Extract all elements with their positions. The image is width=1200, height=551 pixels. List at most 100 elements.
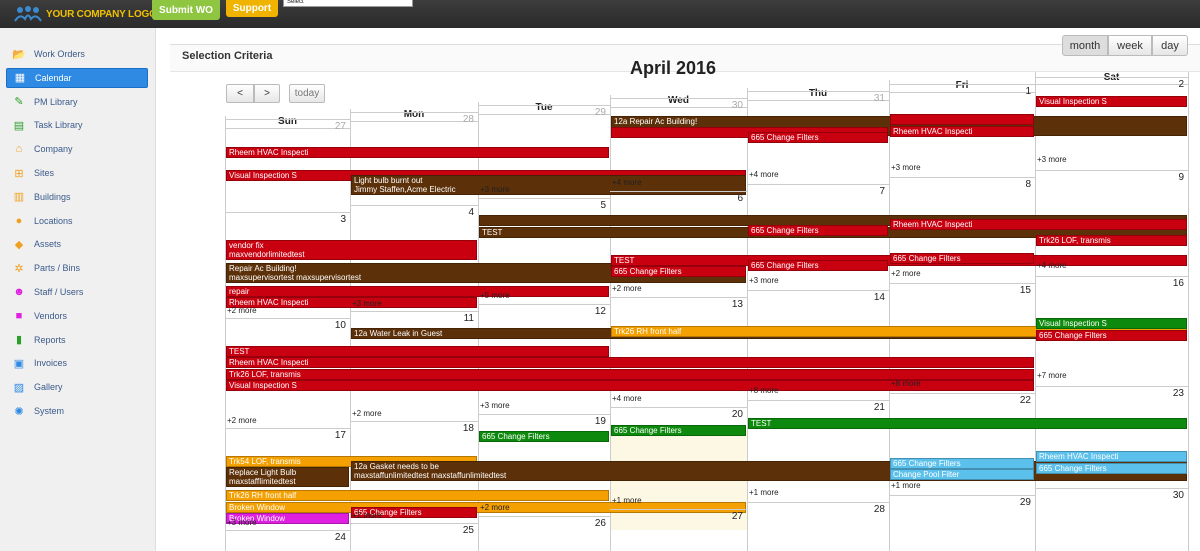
more-events-link[interactable]: +3 more bbox=[352, 299, 382, 308]
day-number[interactable]: 16 bbox=[1035, 278, 1184, 289]
site-select[interactable]: Select bbox=[283, 0, 413, 7]
calendar-event[interactable]: 665 Change Filters bbox=[748, 225, 888, 236]
more-events-link[interactable]: +2 more bbox=[227, 416, 257, 425]
more-events-link[interactable]: +7 more bbox=[1037, 371, 1067, 380]
sidebar-item-staff-users[interactable]: ☻ Staff / Users bbox=[6, 282, 148, 302]
calendar-event[interactable]: Change Pool Filter bbox=[890, 469, 1034, 480]
day-number[interactable]: 14 bbox=[747, 292, 885, 303]
more-events-link[interactable]: +2 more bbox=[227, 306, 257, 315]
calendar-event[interactable]: 665 Change Filters bbox=[611, 424, 746, 436]
day-view-button[interactable]: day bbox=[1152, 35, 1188, 56]
day-number[interactable]: 15 bbox=[889, 285, 1031, 296]
calendar-event[interactable]: 665 Change Filters bbox=[748, 132, 888, 143]
day-number[interactable]: 24 bbox=[225, 532, 346, 543]
more-events-link[interactable]: +5 more bbox=[480, 291, 510, 300]
calendar-event[interactable]: 665 Change Filters bbox=[890, 253, 1034, 264]
more-events-link[interactable]: +4 more bbox=[749, 170, 779, 179]
calendar-event[interactable] bbox=[890, 114, 1034, 125]
sidebar-item-sites[interactable]: ⊞ Sites bbox=[6, 163, 148, 183]
sidebar-item-reports[interactable]: ▮ Reports bbox=[6, 330, 148, 350]
more-events-link[interactable]: +3 more bbox=[227, 518, 257, 527]
sidebar-item-system[interactable]: ✺ System bbox=[6, 401, 148, 421]
calendar-event[interactable]: 665 Change Filters bbox=[748, 259, 888, 271]
day-number[interactable]: 17 bbox=[225, 430, 346, 441]
day-number[interactable]: 31 bbox=[747, 93, 885, 104]
calendar-event[interactable]: 665 Change Filters bbox=[890, 457, 1034, 469]
day-number[interactable]: 23 bbox=[1035, 388, 1184, 399]
calendar-event[interactable]: Trk26 RH front half bbox=[226, 490, 609, 501]
sidebar-item-parts-bins[interactable]: ✲ Parts / Bins bbox=[6, 258, 148, 278]
week-view-button[interactable]: week bbox=[1108, 35, 1152, 56]
calendar-event[interactable]: 665 Change Filters bbox=[1036, 462, 1187, 474]
calendar-event[interactable]: repair bbox=[226, 285, 609, 297]
calendar-event[interactable]: 665 Change Filters bbox=[1036, 329, 1187, 341]
more-events-link[interactable]: +2 more bbox=[891, 269, 921, 278]
more-events-link[interactable]: +2 more bbox=[352, 511, 382, 520]
day-number[interactable]: 29 bbox=[889, 497, 1031, 508]
more-events-link[interactable]: +2 more bbox=[612, 284, 642, 293]
calendar-event[interactable]: Replace Light BulbmaxstaffIimitedtest ma… bbox=[226, 467, 349, 487]
submit-wo-button[interactable]: Submit WO bbox=[152, 0, 220, 20]
sidebar-item-calendar[interactable]: ▦ Calendar bbox=[6, 67, 148, 88]
more-events-link[interactable]: +4 more bbox=[612, 178, 642, 187]
sidebar-item-invoices[interactable]: ▣ Invoices bbox=[6, 353, 148, 373]
more-events-link[interactable]: +8 more bbox=[891, 379, 921, 388]
day-number[interactable]: 21 bbox=[747, 402, 885, 413]
day-number[interactable]: 30 bbox=[1035, 490, 1184, 501]
more-events-link[interactable]: +2 more bbox=[480, 503, 510, 512]
day-number[interactable]: 20 bbox=[610, 409, 743, 420]
calendar-event[interactable]: 665 Change Filters bbox=[479, 431, 609, 442]
calendar-event[interactable]: Visual Inspection S bbox=[1036, 96, 1187, 107]
sidebar-item-buildings[interactable]: ▥ Buildings bbox=[6, 187, 148, 207]
calendar-event[interactable]: 665 Change Filters bbox=[611, 266, 746, 277]
support-button[interactable]: Support bbox=[226, 0, 278, 17]
calendar-event[interactable]: Rheem HVAC Inspecti bbox=[226, 357, 1034, 368]
sidebar-item-task-library[interactable]: ▤ Task Library bbox=[6, 115, 148, 135]
calendar-event[interactable]: TEST bbox=[226, 345, 609, 357]
calendar-event[interactable]: Rheem HVAC Inspecti bbox=[226, 146, 609, 158]
calendar-event[interactable]: vendor fix maxvendorlimitedtest bbox=[226, 239, 477, 260]
next-month-button[interactable]: > bbox=[254, 84, 280, 103]
calendar-event[interactable]: TEST bbox=[748, 418, 1187, 429]
more-events-link[interactable]: +4 more bbox=[1037, 261, 1067, 270]
calendar-event[interactable]: Trk26 LOF, transmis bbox=[1036, 235, 1187, 246]
month-view-button[interactable]: month bbox=[1062, 35, 1108, 56]
day-number[interactable]: 12 bbox=[478, 306, 606, 317]
day-number[interactable]: 6 bbox=[610, 193, 743, 204]
more-events-link[interactable]: +3 more bbox=[1037, 155, 1067, 164]
sidebar-item-gallery[interactable]: ▨ Gallery bbox=[6, 377, 148, 397]
day-number[interactable]: 28 bbox=[350, 114, 474, 125]
sidebar-item-pm-library[interactable]: ✎ PM Library bbox=[6, 92, 148, 112]
calendar-event[interactable]: Visual Inspection S bbox=[1036, 318, 1187, 329]
day-number[interactable]: 26 bbox=[478, 518, 606, 529]
day-number[interactable]: 11 bbox=[350, 313, 474, 324]
company-logo[interactable]: YOUR COMPANY LOGO bbox=[14, 5, 157, 23]
day-number[interactable]: 18 bbox=[350, 423, 474, 434]
more-events-link[interactable]: +3 more bbox=[891, 163, 921, 172]
day-number[interactable]: 7 bbox=[747, 186, 885, 197]
calendar-event[interactable]: Rheem HVAC Inspecti bbox=[890, 218, 1187, 230]
day-number[interactable]: 29 bbox=[478, 107, 606, 118]
more-events-link[interactable]: +4 more bbox=[612, 394, 642, 403]
sidebar-item-assets[interactable]: ◆ Assets bbox=[6, 234, 148, 254]
day-number[interactable]: 2 bbox=[1035, 79, 1184, 90]
sidebar-item-vendors[interactable]: ■ Vendors bbox=[6, 306, 148, 326]
more-events-link[interactable]: +3 more bbox=[480, 401, 510, 410]
today-button[interactable]: today bbox=[289, 84, 325, 103]
more-events-link[interactable]: +1 more bbox=[612, 496, 642, 505]
sidebar-item-work-orders[interactable]: 📂 Work Orders bbox=[6, 44, 148, 64]
calendar-event[interactable]: Rheem HVAC Inspecti bbox=[890, 125, 1034, 137]
day-number[interactable]: 30 bbox=[610, 100, 743, 111]
day-number[interactable]: 22 bbox=[889, 395, 1031, 406]
day-number[interactable]: 9 bbox=[1035, 172, 1184, 183]
day-number[interactable]: 10 bbox=[225, 320, 346, 331]
more-events-link[interactable]: +3 more bbox=[480, 185, 510, 194]
day-number[interactable]: 5 bbox=[478, 200, 606, 211]
more-events-link[interactable]: +8 more bbox=[749, 386, 779, 395]
day-number[interactable]: 4 bbox=[350, 207, 474, 218]
prev-month-button[interactable]: < bbox=[226, 84, 254, 103]
day-number[interactable]: 19 bbox=[478, 416, 606, 427]
more-events-link[interactable]: +2 more bbox=[352, 409, 382, 418]
calendar-event[interactable]: Rheem HVAC Inspecti bbox=[1036, 451, 1187, 462]
day-number[interactable]: 1 bbox=[889, 86, 1031, 97]
